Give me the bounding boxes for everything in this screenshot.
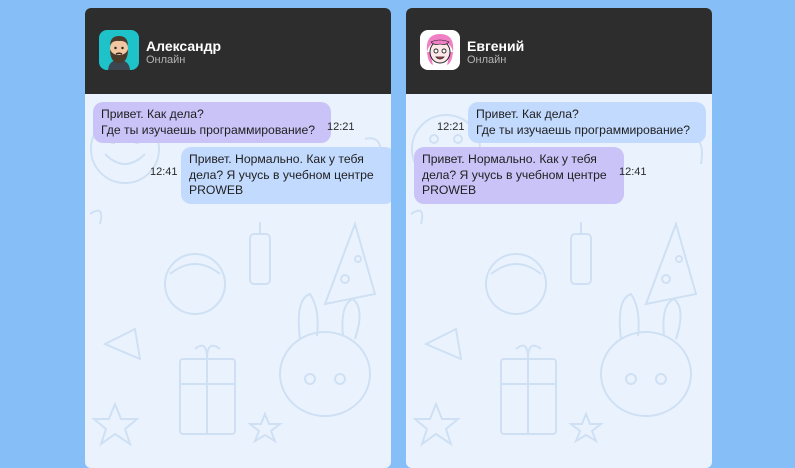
message-time: 12:41	[619, 166, 647, 178]
message-bubble-incoming[interactable]: Привет. Как дела? Где ты изучаешь програ…	[93, 102, 331, 143]
contact-name: Евгений	[467, 38, 525, 54]
contact-status: Онлайн	[146, 54, 186, 66]
chat-window-aleksandr: Александр Онлайн Привет. Как дела? Где т…	[85, 8, 391, 468]
chat-header: Александр Онлайн	[85, 8, 391, 94]
avatar-girl-icon[interactable]	[420, 30, 460, 70]
message-time: 12:21	[327, 121, 355, 133]
contact-status: Онлайн	[467, 54, 507, 66]
message-bubble-incoming[interactable]: Привет. Нормально. Как у тебя дела? Я уч…	[414, 147, 624, 204]
message-time: 12:41	[150, 166, 178, 178]
message-bubble-outgoing[interactable]: Привет. Нормально. Как у тебя дела? Я уч…	[181, 147, 391, 204]
contact-name: Александр	[146, 38, 222, 54]
avatar-bearded-man-icon[interactable]	[99, 30, 139, 70]
message-time: 12:21	[437, 121, 465, 133]
chat-window-evgeniy: Евгений Онлайн 12:21 Привет. Как дела? Г…	[406, 8, 712, 468]
message-bubble-outgoing[interactable]: Привет. Как дела? Где ты изучаешь програ…	[468, 102, 706, 143]
chat-header: Евгений Онлайн	[406, 8, 712, 94]
